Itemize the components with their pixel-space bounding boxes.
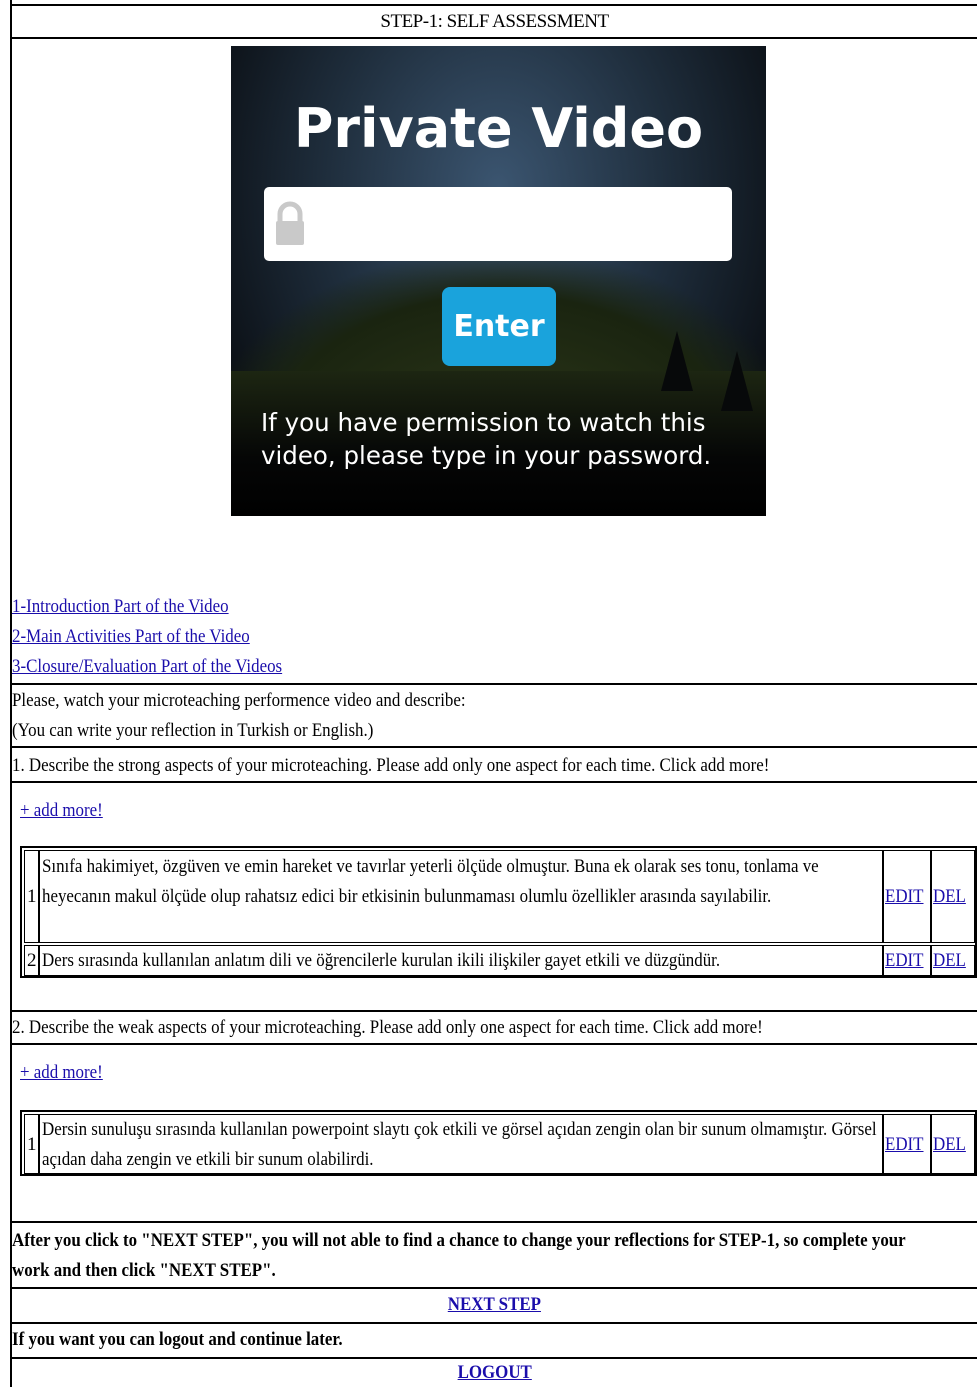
logout-link[interactable]: LOGOUT (457, 1358, 531, 1388)
enter-button[interactable]: Enter (442, 287, 556, 366)
video-part-link-main-activities[interactable]: 2-Main Activities Part of the Video (12, 622, 250, 652)
video-part-link-introduction[interactable]: 1-Introduction Part of the Video (12, 592, 229, 622)
table-row-del-cell: DEL (931, 1114, 975, 1174)
video-part-link-closure[interactable]: 3-Closure/Evaluation Part of the Videos (12, 652, 282, 682)
strong-add-more-link[interactable]: + add more! (20, 796, 103, 826)
row-number: 2 (27, 950, 37, 971)
strong-aspects-question: 1. Describe the strong aspects of your m… (12, 755, 770, 776)
table-row-del-cell: DEL (931, 945, 975, 976)
divider (10, 683, 977, 685)
strong-aspect-text: Sınıfa hakimiyet, özgüven ve emin hareke… (42, 856, 819, 907)
private-video-player[interactable]: Private Video Enter If you have permissi… (231, 46, 766, 516)
table-row-text-cell: Sınıfa hakimiyet, özgüven ve emin hareke… (39, 850, 883, 943)
divider (10, 1010, 977, 1012)
edit-link[interactable]: EDIT (885, 1130, 924, 1160)
table-row-edit-cell: EDIT (883, 850, 931, 943)
divider (10, 1287, 977, 1289)
table-row-edit-cell: EDIT (883, 1114, 931, 1174)
delete-link[interactable]: DEL (933, 882, 966, 912)
video-password-message: If you have permission to watch this vid… (261, 408, 712, 470)
table-row-number-cell: 1 (24, 1114, 39, 1174)
instruction-text: Please, watch your microteaching perform… (12, 690, 466, 711)
weak-aspects-question: 2. Describe the weak aspects of your mic… (12, 1017, 763, 1038)
tree-silhouette (661, 331, 693, 391)
edit-link[interactable]: EDIT (885, 882, 924, 912)
delete-link[interactable]: DEL (933, 1130, 966, 1160)
weak-aspects-table: 1 Dersin sunuluşu sırasında kullanılan p… (20, 1110, 977, 1176)
next-step-link[interactable]: NEXT STEP (448, 1290, 541, 1320)
video-title: Private Video (293, 97, 704, 160)
page-title: STEP-1: SELF ASSESSMENT (380, 11, 609, 32)
divider (10, 37, 977, 39)
strong-aspect-text: Ders sırasında kullanılan anlatım dili v… (42, 950, 721, 971)
divider (10, 1221, 977, 1223)
row-number: 1 (27, 1134, 37, 1155)
table-row-number-cell: 2 (24, 945, 39, 976)
table-row-text-cell: Dersin sunuluşu sırasında kullanılan pow… (39, 1114, 883, 1174)
divider (10, 1043, 977, 1045)
edit-link[interactable]: EDIT (885, 946, 924, 976)
next-step-row: NEXT STEP (12, 1290, 977, 1320)
delete-link[interactable]: DEL (933, 946, 966, 976)
table-row-text-cell: Ders sırasında kullanılan anlatım dili v… (39, 945, 883, 976)
divider (10, 746, 977, 748)
weak-add-more-link[interactable]: + add more! (20, 1058, 103, 1088)
next-step-warning: After you click to "NEXT STEP", you will… (12, 1230, 906, 1281)
lock-icon (276, 201, 304, 245)
logout-note: If you want you can logout and continue … (12, 1329, 343, 1350)
table-row-del-cell: DEL (931, 850, 975, 943)
instruction-language-note: (You can write your reflection in Turkis… (12, 720, 374, 741)
table-row-number-cell: 1 (24, 850, 39, 943)
strong-aspects-table: 1 Sınıfa hakimiyet, özgüven ve emin hare… (20, 846, 977, 978)
divider (10, 781, 977, 783)
logout-row: LOGOUT (12, 1358, 977, 1388)
tree-silhouette (721, 351, 753, 411)
video-password-input[interactable] (264, 187, 732, 261)
row-number: 1 (27, 886, 37, 907)
divider (10, 1322, 977, 1324)
weak-aspect-text: Dersin sunuluşu sırasında kullanılan pow… (42, 1119, 877, 1170)
table-row-edit-cell: EDIT (883, 945, 931, 976)
